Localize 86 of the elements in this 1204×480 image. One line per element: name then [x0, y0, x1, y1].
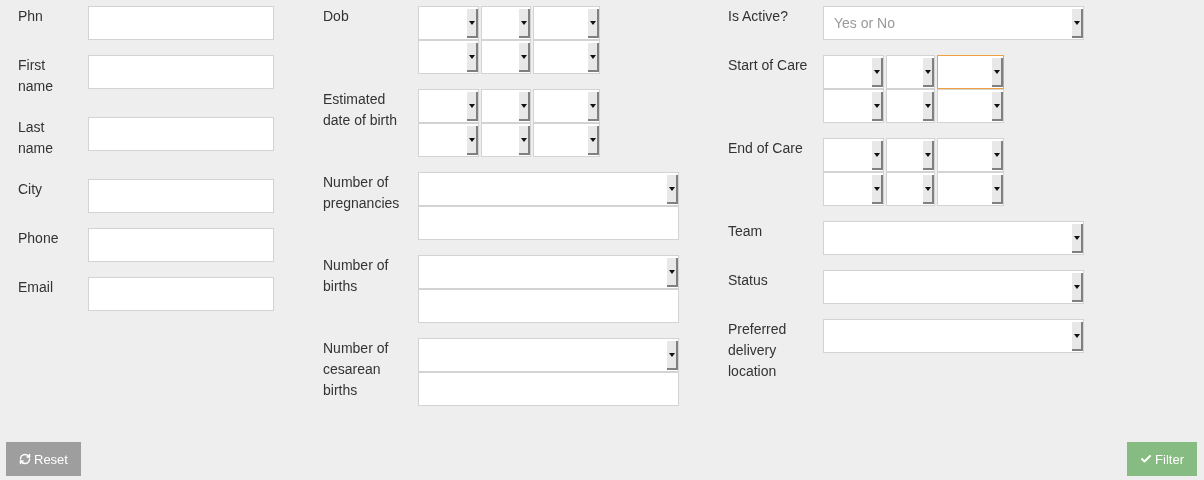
caret-icon — [992, 175, 1003, 204]
caret-icon — [923, 175, 934, 204]
field-label: Phone — [18, 229, 60, 248]
field-label: Start of Care — [728, 56, 809, 75]
filter-button[interactable]: Filter — [1127, 442, 1197, 476]
caret-icon — [923, 141, 934, 170]
dropdown[interactable] — [937, 55, 1004, 89]
caret-icon — [992, 58, 1003, 87]
dropdown[interactable] — [481, 6, 531, 40]
dropdown[interactable] — [418, 6, 479, 40]
dropdown[interactable] — [481, 40, 531, 74]
dropdown[interactable] — [823, 55, 884, 89]
dropdown[interactable] — [937, 89, 1004, 123]
caret-icon — [588, 126, 599, 155]
caret-icon — [1072, 322, 1083, 351]
caret-icon — [872, 175, 883, 204]
caret-icon — [1072, 9, 1083, 38]
field-label: Last name — [18, 118, 55, 158]
caret-icon — [992, 92, 1003, 121]
caret-icon — [467, 92, 478, 121]
dropdown[interactable] — [533, 6, 600, 40]
field-label: Estimated date of birth — [323, 90, 398, 130]
dropdown[interactable] — [533, 123, 600, 157]
input-field[interactable] — [88, 55, 274, 89]
dropdown[interactable] — [481, 123, 531, 157]
caret-icon — [667, 175, 678, 204]
caret-icon — [667, 258, 678, 287]
input-field[interactable] — [88, 277, 274, 311]
caret-icon — [872, 141, 883, 170]
check-icon — [1140, 453, 1153, 465]
field-label: Number of cesarean births — [323, 339, 390, 400]
caret-icon — [519, 9, 530, 38]
dropdown[interactable] — [533, 40, 600, 74]
dropdown[interactable] — [823, 138, 884, 172]
caret-icon — [992, 141, 1003, 170]
dropdown[interactable] — [823, 89, 884, 123]
input-field[interactable] — [418, 372, 679, 406]
caret-icon — [467, 43, 478, 72]
caret-icon — [519, 43, 530, 72]
caret-icon — [923, 92, 934, 121]
input-field[interactable] — [88, 228, 274, 262]
field-label: Number of pregnancies — [323, 173, 401, 213]
input-field[interactable] — [88, 117, 274, 151]
caret-icon — [467, 9, 478, 38]
caret-icon — [588, 92, 599, 121]
field-label: Preferred delivery location — [728, 320, 788, 381]
dropdown[interactable] — [481, 89, 531, 123]
field-label: Status — [728, 271, 769, 290]
caret-icon — [872, 58, 883, 87]
dropdown[interactable] — [823, 172, 884, 206]
input-field[interactable] — [418, 206, 679, 240]
reset-button[interactable]: Reset — [6, 442, 81, 476]
caret-icon — [588, 9, 599, 38]
field-label: Team — [728, 222, 764, 241]
dropdown[interactable] — [886, 172, 935, 206]
field-label: Phn — [18, 7, 44, 26]
dropdown[interactable]: Yes or No — [823, 6, 1084, 40]
dropdown[interactable] — [937, 172, 1004, 206]
input-field[interactable] — [88, 6, 274, 40]
dropdown[interactable] — [886, 89, 935, 123]
input-field[interactable] — [88, 179, 274, 213]
dropdown[interactable] — [418, 40, 479, 74]
dropdown[interactable] — [886, 138, 935, 172]
field-label: Email — [18, 278, 54, 297]
dropdown[interactable] — [533, 89, 600, 123]
caret-icon — [1072, 273, 1083, 302]
caret-icon — [588, 43, 599, 72]
input-field[interactable] — [418, 289, 679, 323]
caret-icon — [923, 58, 934, 87]
field-label: End of Care — [728, 139, 804, 158]
caret-icon — [467, 126, 478, 155]
caret-icon — [1072, 224, 1083, 253]
field-label: Dob — [323, 7, 350, 26]
caret-icon — [519, 126, 530, 155]
dropdown[interactable] — [937, 138, 1004, 172]
caret-icon — [667, 341, 678, 370]
dropdown[interactable] — [886, 55, 935, 89]
refresh-icon — [19, 453, 31, 465]
field-label: Is Active? — [728, 7, 789, 26]
dropdown[interactable] — [418, 89, 479, 123]
caret-icon — [519, 92, 530, 121]
caret-icon — [872, 92, 883, 121]
field-label: First name — [18, 56, 55, 96]
dropdown[interactable] — [418, 123, 479, 157]
field-label: City — [18, 180, 44, 199]
field-label: Number of births — [323, 256, 390, 296]
